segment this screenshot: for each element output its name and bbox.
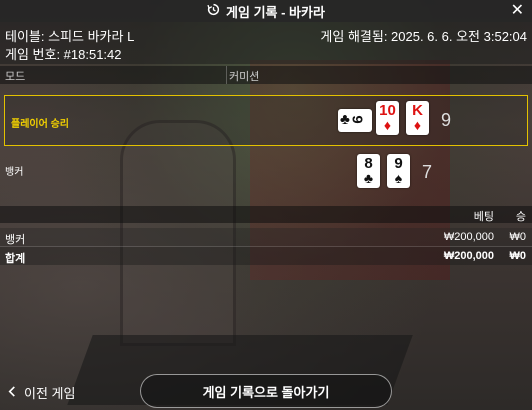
settled-time: 게임 해결됨: 2025. 6. 6. 오전 3:52:04 (320, 29, 527, 44)
player-card-3: K ♦ (406, 101, 429, 135)
card-suit: ♣ (363, 170, 374, 186)
card-rank: 9 (394, 155, 403, 172)
info-column-header: 모드 커미션 (0, 66, 532, 84)
round-id: 게임 번호: #18:51:42 (5, 47, 122, 62)
card-suit: ♠ (394, 170, 403, 186)
previous-game-label: 이전 게임 (24, 386, 76, 401)
win-column-header: 승 (515, 211, 526, 223)
table-row: 뱅커 ₩200,000 ₩0 (0, 228, 532, 247)
previous-game-button[interactable]: 이전 게임 (8, 383, 75, 402)
total-win: ₩0 (509, 250, 527, 262)
card-rank: 10 (379, 102, 396, 119)
bet-table-header: 베팅 승 (0, 206, 532, 223)
card-rank: 8 (364, 155, 373, 172)
page-title-wrap: 게임 기록 - 바카라 (207, 2, 325, 21)
page-title: 게임 기록 - 바카라 (226, 4, 325, 20)
chevron-left-icon (8, 385, 16, 400)
back-to-history-button[interactable]: 게임 기록으로 돌아가기 (140, 374, 392, 408)
bet-name: 뱅커 (5, 234, 26, 246)
game-info: 테이블: 스피드 바카라 L 게임 번호: #18:51:42 게임 해결됨: … (0, 22, 532, 64)
banker-total: 7 (422, 162, 433, 182)
card-suit: ♦ (413, 117, 422, 133)
close-icon[interactable]: ✕ (511, 1, 524, 21)
card-rank: K (412, 102, 423, 119)
bet-win: ₩0 (509, 231, 527, 243)
banker-card-1: 8 ♣ (357, 154, 380, 188)
player-card-2: 10 ♦ (376, 101, 399, 135)
player-win-label: 플레이어 승리 (11, 119, 69, 130)
history-icon (207, 3, 220, 19)
player-result-row: 플레이어 승리 ♣9 10 ♦ K ♦ 9 (4, 95, 528, 146)
banker-result-row: 뱅커 8 ♣ 9 ♠ 7 (4, 150, 528, 194)
footer: 이전 게임 게임 기록으로 돌아가기 (0, 372, 532, 410)
commission-header: 커미션 (229, 71, 260, 83)
card-suit: ♦ (383, 117, 392, 133)
header-bar: 게임 기록 - 바카라 ✕ (0, 0, 532, 22)
back-to-history-label: 게임 기록으로 돌아가기 (202, 384, 330, 400)
bet-amount: ₩200,000 (443, 231, 494, 243)
banker-label: 뱅커 (5, 167, 24, 178)
bet-column-header: 베팅 (473, 211, 494, 223)
column-divider (226, 66, 227, 84)
mode-header: 모드 (5, 71, 26, 83)
total-row: 합계 ₩200,000 ₩0 (0, 247, 532, 265)
player-card-1: ♣9 (338, 109, 372, 132)
player-total: 9 (441, 110, 452, 130)
card-rank: 9 (348, 115, 366, 124)
total-name: 합계 (5, 253, 26, 265)
banker-card-2: 9 ♠ (387, 154, 410, 188)
total-amount: ₩200,000 (443, 250, 494, 262)
table-name: 테이블: 스피드 바카라 L (5, 29, 135, 44)
